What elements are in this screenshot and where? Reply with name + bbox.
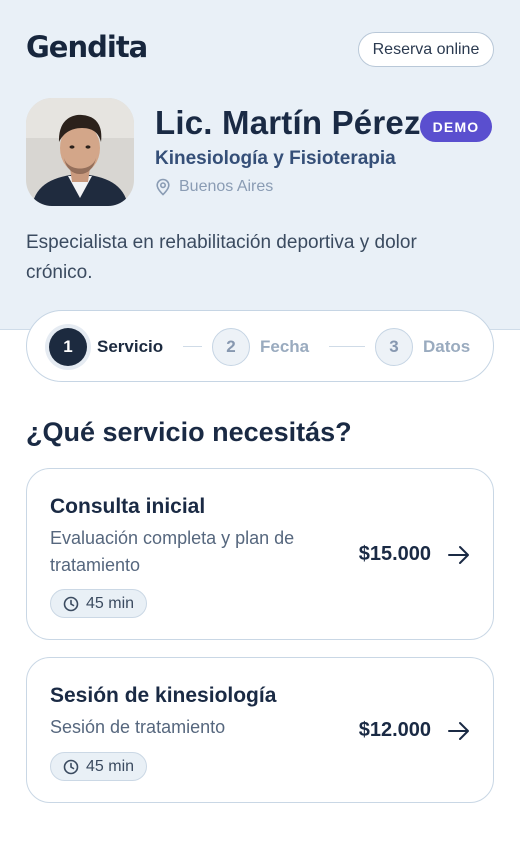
step-3-label[interactable]: Datos [423, 337, 470, 357]
brand-logo[interactable]: Gendita [26, 30, 148, 64]
service-name: Consulta inicial [50, 495, 206, 518]
service-price: $15.000 [358, 543, 431, 565]
specialty: Kinesiología y Fisioterapia [155, 148, 396, 169]
step-1-indicator[interactable]: 1 [49, 328, 87, 366]
duration-pill: 45 min [50, 752, 148, 781]
arrow-right-icon[interactable] [447, 545, 471, 565]
step-divider [183, 346, 202, 347]
duration-pill: 45 min [50, 589, 148, 618]
duration-text: 45 min [86, 757, 135, 775]
arrow-right-icon[interactable] [447, 721, 471, 741]
service-description: Evaluación completa y plan de tratamient… [50, 528, 295, 575]
service-price: $12.000 [358, 719, 431, 741]
reserve-online-button[interactable]: Reserva online [358, 32, 494, 67]
step-3-indicator[interactable]: 3 [375, 328, 413, 366]
demo-badge: DEMO [420, 111, 492, 142]
services-heading: ¿Qué servicio necesitás? [26, 417, 352, 447]
location-text: Buenos Aires [179, 178, 274, 195]
map-pin-icon [156, 178, 170, 196]
duration-text: 45 min [86, 594, 135, 612]
bio: Especialista en rehabilitación deportiva… [26, 232, 417, 283]
clock-icon [63, 759, 79, 774]
booking-stepper: 1 Servicio 2 Fecha 3 Datos [26, 310, 494, 382]
service-card-consulta-inicial[interactable]: Consulta inicial Evaluación completa y p… [26, 468, 494, 640]
step-1-label[interactable]: Servicio [97, 337, 163, 357]
service-card-sesion-kinesiologia[interactable]: Sesión de kinesiología Sesión de tratami… [26, 657, 494, 803]
step-2-label[interactable]: Fecha [260, 337, 309, 357]
professional-name: Lic. Martín Pérez [155, 104, 421, 141]
service-description: Sesión de tratamiento [50, 717, 226, 737]
avatar [26, 98, 134, 206]
clock-icon [63, 596, 79, 611]
location: Buenos Aires [155, 178, 273, 196]
step-divider [329, 346, 365, 347]
step-2-indicator[interactable]: 2 [212, 328, 250, 366]
service-name: Sesión de kinesiología [50, 684, 277, 707]
